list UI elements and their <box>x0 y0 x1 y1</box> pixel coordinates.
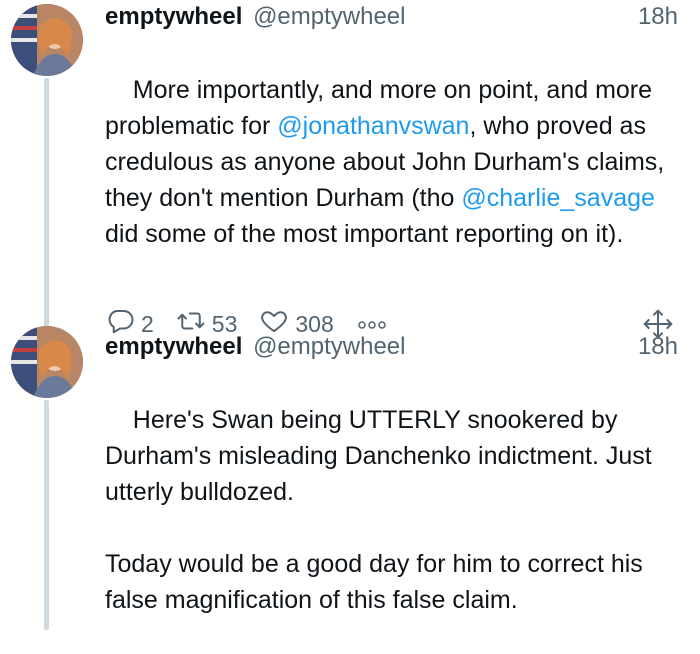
tweet-header: emptywheel @emptywheel 18h <box>105 0 678 34</box>
avatar[interactable] <box>11 326 83 398</box>
timestamp[interactable]: 18h <box>638 0 678 34</box>
handle[interactable]: @emptywheel <box>253 333 405 360</box>
thread-line-bottom <box>44 400 49 630</box>
tweet[interactable]: emptywheel @emptywheel 18h Here's Swan b… <box>105 330 678 654</box>
avatar[interactable] <box>11 4 83 76</box>
tweet-text-part: Here's Swan being UTTERLY snookered by D… <box>105 406 652 614</box>
tweet-header: emptywheel @emptywheel 18h <box>105 330 678 364</box>
tweet-text: More importantly, and more on point, and… <box>105 36 678 288</box>
handle[interactable]: @emptywheel <box>253 3 405 30</box>
mention-link[interactable]: @charlie_savage <box>461 184 655 212</box>
display-name[interactable]: emptywheel <box>105 333 242 360</box>
display-name[interactable]: emptywheel <box>105 3 242 30</box>
timestamp[interactable]: 18h <box>638 330 678 364</box>
mention-link[interactable]: @jonathanvswan <box>277 112 469 140</box>
tweet[interactable]: emptywheel @emptywheel 18h More importan… <box>105 0 678 344</box>
tweet-text: Here's Swan being UTTERLY snookered by D… <box>105 366 678 654</box>
